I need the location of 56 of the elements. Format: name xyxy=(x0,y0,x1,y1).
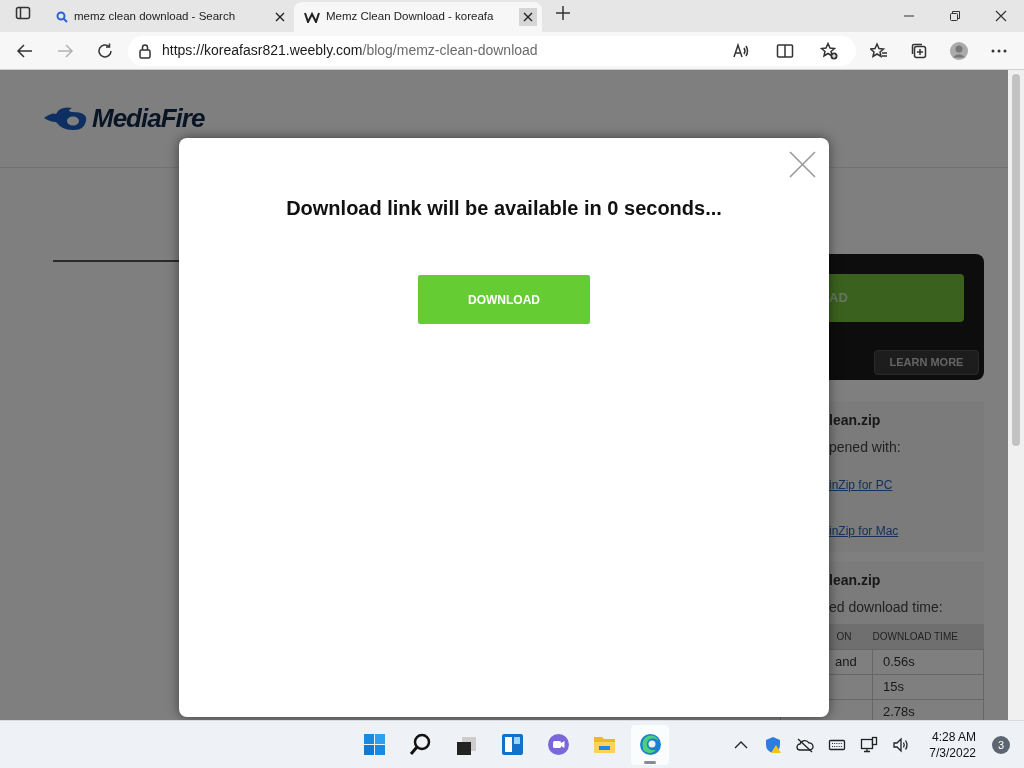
cloud-off-icon xyxy=(796,736,815,754)
refresh-icon xyxy=(96,41,114,60)
scrollbar[interactable] xyxy=(1008,70,1024,720)
close-icon xyxy=(275,12,285,22)
flame-icon xyxy=(42,105,88,132)
info-text: pened with: xyxy=(829,438,902,457)
table-cell: 0.56s xyxy=(883,653,915,669)
shield-warning-icon xyxy=(764,736,783,754)
address-bar[interactable]: https://koreafasr821.weebly.com/blog/memz-clean-download xyxy=(128,35,856,66)
read-aloud-icon xyxy=(732,41,750,60)
clock-date: 7/3/2022 xyxy=(929,745,976,761)
favorites-icon xyxy=(870,41,888,60)
modal-message: Download link will be available in 0 seconds... xyxy=(286,196,722,221)
book-icon xyxy=(776,41,794,60)
close-icon xyxy=(995,10,1007,22)
close-icon xyxy=(523,12,533,22)
network-icon xyxy=(860,736,879,754)
tab-close-button[interactable] xyxy=(519,8,537,26)
collections-icon xyxy=(910,41,928,60)
search-icon xyxy=(56,11,68,23)
browser-icon xyxy=(637,732,663,757)
restore-icon xyxy=(949,10,961,22)
avatar-icon xyxy=(950,41,968,60)
table-cell: and xyxy=(835,653,857,669)
modal-close-button[interactable] xyxy=(789,151,816,178)
browser-tab[interactable]: memz clean download - Search xyxy=(46,2,294,32)
clock-time: 4:28 AM xyxy=(930,729,976,745)
url-text: https://koreafasr821.weebly.com/blog/memz-clean-download xyxy=(162,41,539,60)
column-header: DOWNLOAD TIME xyxy=(872,624,984,649)
table-cell: 2.78s xyxy=(883,703,915,719)
speaker-icon xyxy=(892,736,911,754)
forward-arrow-icon xyxy=(56,41,74,60)
start-icon xyxy=(361,732,387,757)
tab-actions-icon xyxy=(15,5,31,21)
plus-icon xyxy=(555,5,571,21)
lock-icon xyxy=(138,42,152,59)
file-name: lean.zip xyxy=(829,571,882,590)
back-arrow-icon xyxy=(16,41,34,60)
clock-button[interactable]: 4:28 AM 7/3/2022 xyxy=(929,729,976,761)
browser-tab[interactable]: Memz Clean Download - koreafa xyxy=(294,2,542,32)
widgets-icon xyxy=(499,732,525,757)
info-text: ed download time: xyxy=(829,598,944,617)
site-icon xyxy=(304,11,320,23)
app-link[interactable]: inZip for Mac xyxy=(829,522,984,540)
tab-title: Memz Clean Download - koreafa xyxy=(326,9,495,25)
notification-badge[interactable]: 3 xyxy=(992,736,1010,754)
close-icon xyxy=(789,151,816,178)
file-name: lean.zip xyxy=(829,411,882,430)
logo-text: MediaFire xyxy=(92,102,205,135)
app-link[interactable]: inZip for PC xyxy=(829,476,984,494)
more-icon xyxy=(991,48,1007,53)
table-cell: 15s xyxy=(883,678,904,694)
chat-icon xyxy=(545,732,571,757)
star-plus-icon xyxy=(820,41,838,60)
search-icon xyxy=(407,732,433,757)
tab-title: memz clean download - Search xyxy=(74,9,237,25)
